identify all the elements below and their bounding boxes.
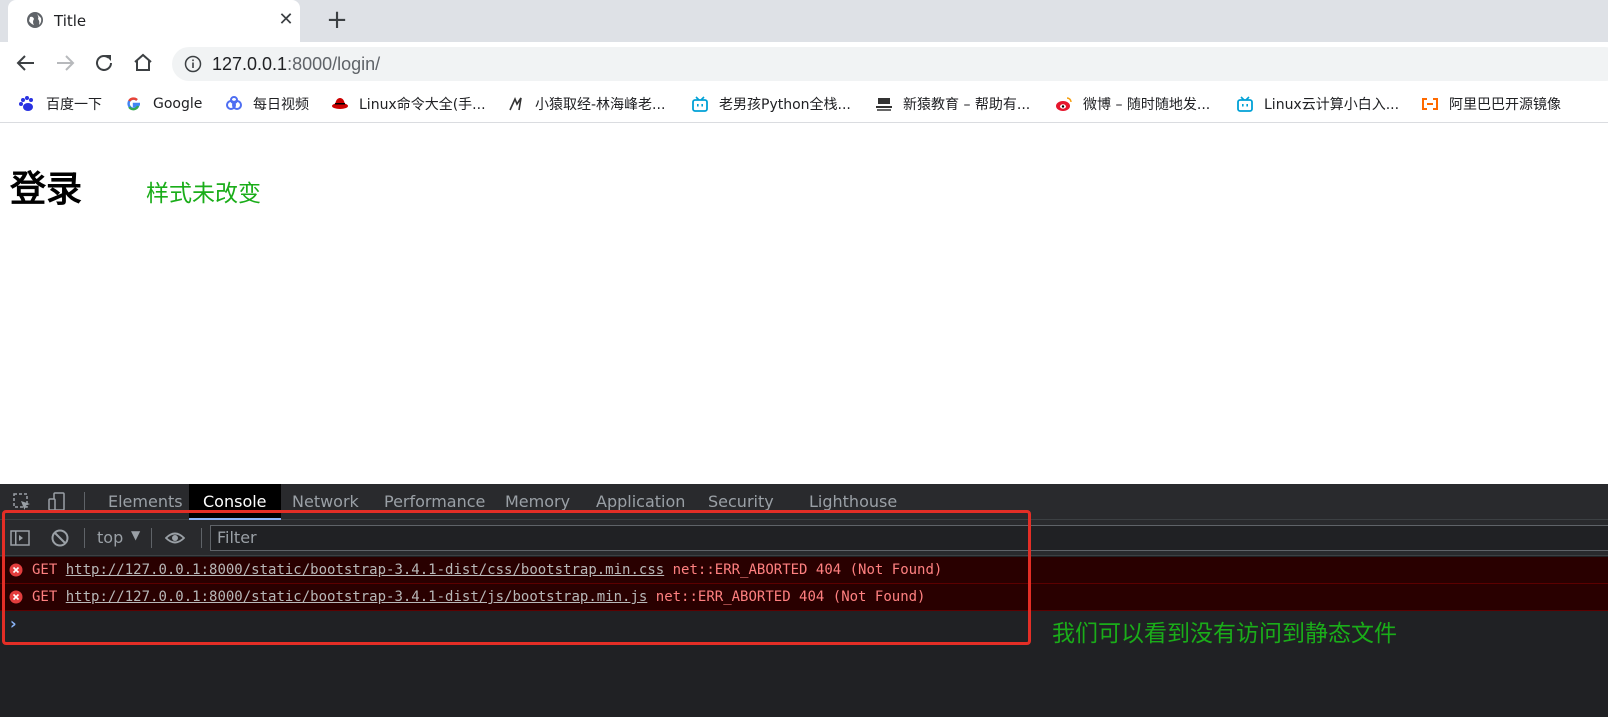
context-selector[interactable]: top xyxy=(97,528,123,547)
device-toolbar-icon[interactable] xyxy=(47,492,67,512)
tab-security[interactable]: Security xyxy=(694,484,788,520)
home-icon[interactable] xyxy=(131,51,155,75)
request-method: GET xyxy=(32,589,58,605)
tab-memory[interactable]: Memory xyxy=(491,484,584,520)
tab-strip: Title ✕ + xyxy=(0,0,1608,42)
page-heading: 登录 xyxy=(10,169,83,210)
request-url-link[interactable]: http://127.0.0.1:8000/static/bootstrap-3… xyxy=(66,589,648,605)
annotation-text: 样式未改变 xyxy=(146,181,261,207)
tab-network[interactable]: Network xyxy=(278,484,373,520)
tab-application[interactable]: Application xyxy=(582,484,699,520)
bookmark-item[interactable]: Linux命令大全(手... xyxy=(331,94,486,114)
bookmark-item[interactable]: 新猿教育 – 帮助有... xyxy=(875,94,1030,114)
error-icon xyxy=(9,590,23,604)
bookmark-item[interactable]: 阿里巴巴开源镜像 xyxy=(1421,94,1561,114)
tab-lighthouse[interactable]: Lighthouse xyxy=(795,484,911,520)
bookmark-item[interactable]: 百度一下 xyxy=(18,94,102,114)
info-icon[interactable] xyxy=(184,55,202,73)
monkey-icon xyxy=(509,96,522,111)
bookmark-item[interactable]: 微博 – 随时随地发... xyxy=(1055,94,1210,114)
devtools-panel: Elements Console Network Performance Mem… xyxy=(0,484,1608,717)
divider xyxy=(201,528,202,548)
eye-icon[interactable] xyxy=(165,528,185,548)
tab-performance[interactable]: Performance xyxy=(370,484,499,520)
tab-console[interactable]: Console xyxy=(189,484,281,520)
error-text: net::ERR_ABORTED 404 (Not Found) xyxy=(672,562,943,578)
divider xyxy=(84,528,85,548)
console-prompt-icon[interactable]: › xyxy=(10,614,17,633)
console-error-row: GET http://127.0.0.1:8000/static/bootstr… xyxy=(0,584,1608,611)
filter-input[interactable]: Filter xyxy=(210,525,1608,551)
bookmark-item[interactable]: Google xyxy=(125,94,202,114)
bookmark-item[interactable]: 小猿取经-林海峰老... xyxy=(507,94,665,114)
baidu-icon xyxy=(19,96,33,111)
bookmark-item[interactable]: 老男孩Python全栈... xyxy=(691,94,851,114)
school-icon xyxy=(876,98,892,111)
page-viewport: 登录 样式未改变 xyxy=(0,124,1608,484)
url-text[interactable]: 127.0.0.1:8000/login/ xyxy=(212,54,380,75)
redhat-icon xyxy=(332,98,348,109)
devtools-tabbar: Elements Console Network Performance Mem… xyxy=(0,484,1608,520)
globe-icon xyxy=(27,12,43,28)
request-method: GET xyxy=(32,562,58,578)
address-bar[interactable]: 127.0.0.1:8000/login/ xyxy=(172,47,1608,81)
chevron-down-icon[interactable]: ▼ xyxy=(131,528,140,542)
new-tab-button[interactable]: + xyxy=(325,7,349,33)
browser-toolbar: 127.0.0.1:8000/login/ xyxy=(0,42,1608,85)
close-tab-icon[interactable]: ✕ xyxy=(276,10,296,30)
error-text: net::ERR_ABORTED 404 (Not Found) xyxy=(655,589,926,605)
bookmark-item[interactable]: Linux云计算小白入... xyxy=(1236,94,1399,114)
divider xyxy=(84,492,85,512)
weibo-icon xyxy=(1056,97,1072,111)
sidebar-toggle-icon[interactable] xyxy=(10,528,30,548)
bookmark-item[interactable]: 每日视频 xyxy=(225,94,309,114)
reload-icon[interactable] xyxy=(92,51,116,75)
bookmarks-bar: 百度一下 Google 每日视频 Linux命令大全(手... 小猿取经-林海峰… xyxy=(0,85,1608,123)
tab-elements[interactable]: Elements xyxy=(94,484,197,520)
back-arrow-icon[interactable] xyxy=(14,51,38,75)
aliyun-icon xyxy=(1422,98,1438,110)
bilibili-icon xyxy=(1237,96,1253,112)
annotation-text: 我们可以看到没有访问到静态文件 xyxy=(1052,621,1397,647)
inspect-element-icon[interactable] xyxy=(12,492,32,512)
tab-title: Title xyxy=(54,12,87,30)
browser-tab[interactable]: Title ✕ xyxy=(8,0,300,42)
error-icon xyxy=(9,563,23,577)
video-icon xyxy=(226,96,242,110)
divider xyxy=(151,528,152,548)
console-error-row: GET http://127.0.0.1:8000/static/bootstr… xyxy=(0,557,1608,584)
request-url-link[interactable]: http://127.0.0.1:8000/static/bootstrap-3… xyxy=(66,562,664,578)
google-icon xyxy=(127,97,141,111)
bilibili-icon xyxy=(692,96,708,112)
forward-arrow-icon[interactable] xyxy=(53,51,77,75)
console-toolbar: top ▼ Filter xyxy=(0,520,1608,556)
clear-console-icon[interactable] xyxy=(50,528,70,548)
